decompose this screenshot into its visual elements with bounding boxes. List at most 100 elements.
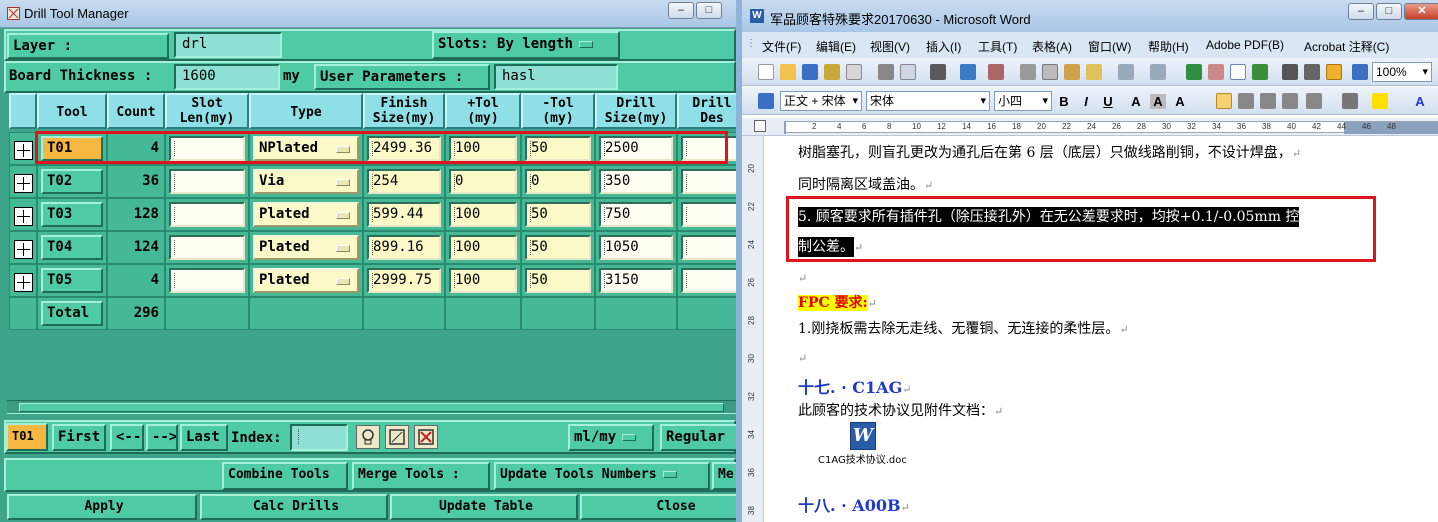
menu-table[interactable]: 表格(A) [1032, 38, 1072, 55]
font-combo[interactable]: 宋体 [866, 91, 990, 111]
drill-size-cell[interactable]: 750 [595, 198, 677, 231]
column-header-drill-des[interactable]: Drill Des [677, 93, 736, 129]
tool-cell[interactable]: T05 [37, 264, 107, 297]
format-painter-icon[interactable] [1086, 64, 1102, 80]
drill-size-input[interactable]: 3150 [599, 268, 673, 293]
type-cell[interactable]: Plated [249, 198, 363, 231]
tool-cell[interactable]: T03 [37, 198, 107, 231]
type-selector[interactable]: Plated [253, 202, 359, 227]
menu-edit[interactable]: 编辑(E) [816, 38, 856, 55]
minus-tol-input[interactable]: 50 [525, 202, 591, 227]
row-expander-cell[interactable] [9, 165, 37, 198]
char-shading-icon[interactable]: A [1150, 94, 1166, 109]
drill-size-cell[interactable]: 3150 [595, 264, 677, 297]
align-right-icon[interactable] [1260, 93, 1276, 109]
calc-drills-button[interactable]: Calc Drills [200, 494, 388, 520]
save-icon[interactable] [802, 64, 818, 80]
units-selector[interactable]: ml/my [568, 424, 654, 451]
drill-des-input[interactable] [681, 169, 736, 194]
slot-len-cell[interactable] [165, 198, 249, 231]
finish-size-cell[interactable]: 899.16 [363, 231, 445, 264]
column-header-type[interactable]: Type [249, 93, 363, 129]
tab-selector-icon[interactable] [754, 120, 766, 132]
justify-icon[interactable] [1282, 93, 1298, 109]
menu-insert[interactable]: 插入(I) [926, 38, 961, 55]
menu-window[interactable]: 窗口(W) [1088, 38, 1131, 55]
column-header-count[interactable]: Count [107, 93, 165, 129]
hyperlink-icon[interactable] [1186, 64, 1202, 80]
menu-view[interactable]: 视图(V) [870, 38, 910, 55]
word-document-icon[interactable]: W [850, 422, 876, 450]
finish-size-input[interactable]: 599.44 [367, 202, 441, 227]
expand-plus-icon[interactable] [14, 141, 33, 160]
merge-tools-button[interactable]: Merge Tools : [352, 462, 490, 490]
permission-icon[interactable] [824, 64, 840, 80]
row-expander-cell[interactable] [9, 198, 37, 231]
update-tools-numbers-selector[interactable]: Update Tools Numbers [494, 462, 710, 490]
last-button[interactable]: Last [180, 424, 228, 451]
drill-size-cell[interactable]: 1050 [595, 231, 677, 264]
expand-plus-icon[interactable] [14, 240, 33, 259]
plus-tol-input[interactable]: 0 [449, 169, 517, 194]
slot-len-cell[interactable] [165, 264, 249, 297]
type-selector[interactable]: Via [253, 169, 359, 194]
menu-acrobat-comments[interactable]: Acrobat 注释(C) [1304, 38, 1389, 55]
minus-tol-cell[interactable]: 50 [521, 198, 595, 231]
column-header-tool[interactable]: Tool [37, 93, 107, 129]
slot-len-input[interactable] [169, 169, 245, 194]
slot-len-input[interactable] [169, 268, 245, 293]
minus-tol-cell[interactable]: 0 [521, 165, 595, 198]
next-button[interactable]: --> [146, 424, 178, 451]
drill-size-cell[interactable]: 350 [595, 165, 677, 198]
columns-icon[interactable] [1282, 64, 1298, 80]
tool-cell[interactable]: T02 [37, 165, 107, 198]
word-close-icon[interactable]: ✕ [1404, 3, 1438, 20]
drill-des-input[interactable] [681, 268, 736, 293]
first-button[interactable]: First [52, 424, 106, 451]
apply-button[interactable]: Apply [7, 494, 197, 520]
style-combo[interactable]: 正文 + 宋体 [780, 91, 862, 111]
row-expander-cell[interactable] [9, 231, 37, 264]
menu-adobe-pdf[interactable]: Adobe PDF(B) [1206, 38, 1284, 52]
column-header-drill-size[interactable]: Drill Size(my) [595, 93, 677, 129]
plus-tol-input[interactable]: 100 [449, 268, 517, 293]
align-left-icon[interactable] [1216, 93, 1232, 109]
expand-plus-icon[interactable] [14, 207, 33, 226]
tables-borders-icon[interactable] [1208, 64, 1224, 80]
row-expander-cell[interactable] [9, 264, 37, 297]
print-icon[interactable] [878, 64, 894, 80]
line-spacing-icon[interactable] [1306, 93, 1322, 109]
minus-tol-cell[interactable]: 50 [521, 264, 595, 297]
open-folder-icon[interactable] [780, 64, 796, 80]
slots-selector[interactable]: Slots: By length [432, 31, 620, 59]
translate-icon[interactable] [988, 64, 1004, 80]
spelling-icon[interactable] [930, 64, 946, 80]
update-table-button[interactable]: Update Table [390, 494, 578, 520]
minus-tol-input[interactable]: 50 [525, 268, 591, 293]
zoom-icon[interactable] [1352, 64, 1368, 80]
underline-icon[interactable]: U [1100, 94, 1116, 109]
slot-len-cell[interactable] [165, 231, 249, 264]
bold-icon[interactable]: B [1056, 94, 1072, 109]
minimize-icon[interactable]: – [668, 2, 694, 19]
tool-button[interactable]: T04 [41, 235, 103, 260]
more-button[interactable]: Me [712, 462, 736, 490]
user-parameters-button[interactable]: User Parameters : [314, 64, 490, 90]
column-header-plus-tol[interactable]: +Tol (my) [445, 93, 521, 129]
horizontal-ruler[interactable]: 2 4 6 8 10 12 14 16 18 20 22 24 26 28 30 32 34 36 38 40 42 44… [742, 118, 1438, 136]
plus-tol-cell[interactable]: 100 [445, 264, 521, 297]
highlight-icon[interactable] [1372, 93, 1388, 109]
tool-button[interactable]: T05 [41, 268, 103, 293]
prev-button[interactable]: <-- [110, 424, 144, 451]
document-map-icon[interactable] [1326, 64, 1342, 80]
research-icon[interactable] [960, 64, 976, 80]
tool-button[interactable]: T02 [41, 169, 103, 194]
attachment-filename[interactable]: C1AG技术协议.doc [818, 451, 907, 466]
vertical-ruler[interactable]: 20 22 24 26 28 30 32 34 36 38 [742, 136, 764, 522]
expand-plus-icon[interactable] [14, 174, 33, 193]
finish-size-input[interactable]: 2999.75 [367, 268, 441, 293]
delete-cross-icon[interactable] [414, 425, 438, 449]
numbering-icon[interactable] [1342, 93, 1358, 109]
menu-file[interactable]: 文件(F) [762, 38, 801, 55]
index-input[interactable] [290, 424, 348, 451]
